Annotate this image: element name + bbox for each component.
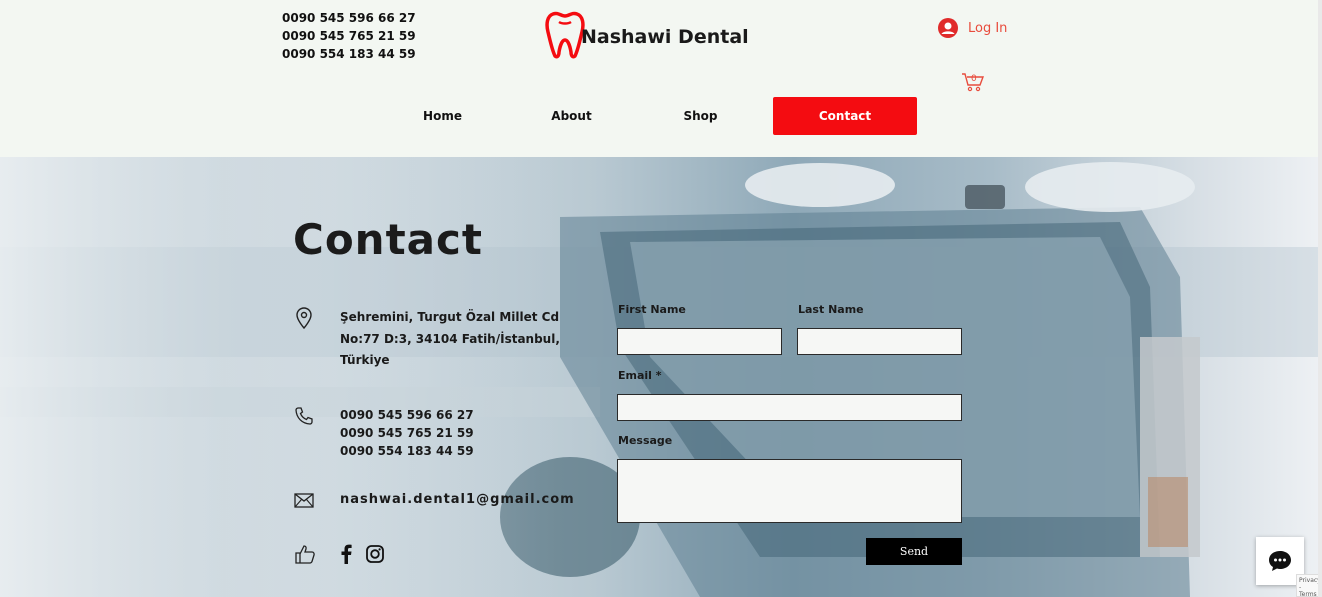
main-nav: Home About Shop Contact (378, 97, 917, 135)
contact-phone-3[interactable]: 0090 554 183 44 59 (340, 442, 474, 460)
map-pin-icon (296, 307, 312, 329)
contact-phone-1[interactable]: 0090 545 596 66 27 (340, 406, 474, 424)
instagram-icon[interactable] (366, 545, 384, 563)
nav-about[interactable]: About (507, 97, 636, 135)
contact-section: Contact Şehremini, Turgut Özal Millet Cd… (0, 157, 1322, 597)
address-line-1: Şehremini, Turgut Özal Millet Cd (340, 310, 560, 324)
address-text: Şehremini, Turgut Özal Millet Cd No:77 D… (340, 307, 560, 372)
site-logo[interactable]: Nashawi Dental (545, 8, 749, 60)
recaptcha-privacy[interactable]: Privacy (1299, 577, 1321, 584)
email-label: Email * (618, 369, 662, 382)
message-label: Message (618, 434, 673, 447)
page-title: Contact (293, 215, 483, 264)
tooth-logo-icon (545, 11, 585, 59)
email-link[interactable]: nashwai.dental1@gmail.com (340, 491, 575, 509)
nav-shop[interactable]: Shop (636, 97, 765, 135)
phone-icon (295, 407, 313, 425)
user-avatar-icon (938, 18, 958, 38)
login-button[interactable]: Log In (938, 18, 1007, 38)
last-name-label: Last Name (798, 303, 864, 316)
last-name-input[interactable] (797, 328, 962, 355)
header-phone-3: 0090 554 183 44 59 (282, 47, 416, 61)
facebook-icon[interactable] (340, 544, 352, 564)
recaptcha-terms[interactable]: - Terms (1299, 584, 1319, 596)
header-phone-2: 0090 545 765 21 59 (282, 29, 416, 43)
login-label: Log In (968, 20, 1008, 36)
logo-text: Nashawi Dental (581, 26, 749, 48)
thumbs-up-icon (295, 545, 315, 564)
page-scrollbar[interactable] (1318, 0, 1322, 597)
header-phone-list: 0090 545 596 66 27 0090 545 765 21 59 00… (282, 9, 416, 63)
contact-phone-2[interactable]: 0090 545 765 21 59 (340, 424, 474, 442)
chat-bubble-icon (1269, 551, 1291, 571)
cart-button[interactable]: 0 (961, 72, 985, 96)
social-bar (294, 543, 384, 565)
email-input[interactable] (617, 394, 962, 421)
address-line-2: No:77 D:3, 34104 Fatih/İstanbul, (340, 331, 560, 346)
nav-home[interactable]: Home (378, 97, 507, 135)
mail-icon (294, 493, 314, 508)
cart-count: 0 (971, 74, 977, 84)
header-phone-1: 0090 545 596 66 27 (282, 11, 416, 25)
first-name-input[interactable] (617, 328, 782, 355)
site-header: 0090 545 596 66 27 0090 545 765 21 59 00… (0, 0, 1322, 157)
nav-contact[interactable]: Contact (773, 97, 917, 135)
phone-list: 0090 545 596 66 27 0090 545 765 21 59 00… (340, 406, 474, 460)
address-line-3: Türkiye (340, 353, 390, 367)
first-name-label: First Name (618, 303, 686, 316)
send-button[interactable]: Send (866, 538, 962, 565)
message-textarea[interactable] (617, 459, 962, 523)
